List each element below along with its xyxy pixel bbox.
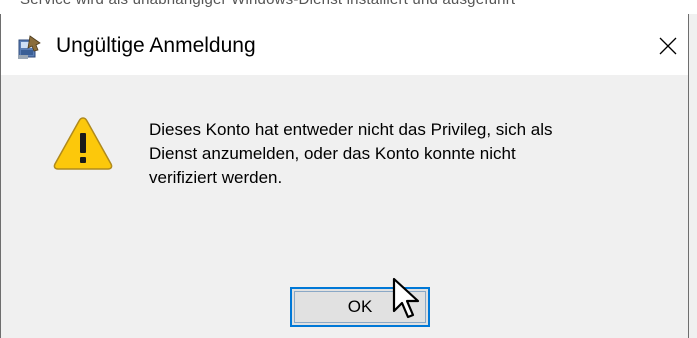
dialog-window: Ungültige Anmeldung Dieses Konto hat ent… [0, 14, 689, 338]
dialog-content: Dieses Konto hat entweder nicht das Priv… [1, 75, 688, 338]
dialog-message: Dieses Konto hat entweder nicht das Priv… [149, 118, 669, 190]
dialog-titlebar[interactable]: Ungültige Anmeldung [1, 14, 688, 75]
message-line-2: Dienst anzumelden, oder das Konto konnte… [149, 144, 516, 163]
close-button[interactable] [648, 24, 688, 68]
warning-icon [53, 117, 113, 170]
installer-app-icon [18, 35, 41, 59]
message-line-1: Dieses Konto hat entweder nicht das Priv… [149, 120, 553, 139]
ok-button-label: OK [347, 297, 373, 316]
dialog-title: Ungültige Anmeldung [56, 34, 256, 57]
background-window-text: Service wird als unabhängiger Windows-Di… [20, 0, 515, 8]
message-line-3: verifiziert werden. [149, 168, 283, 187]
close-icon [659, 37, 677, 55]
mouse-pointer-icon [392, 277, 420, 319]
background-window-strip: Service wird als unabhängiger Windows-Di… [0, 0, 697, 14]
